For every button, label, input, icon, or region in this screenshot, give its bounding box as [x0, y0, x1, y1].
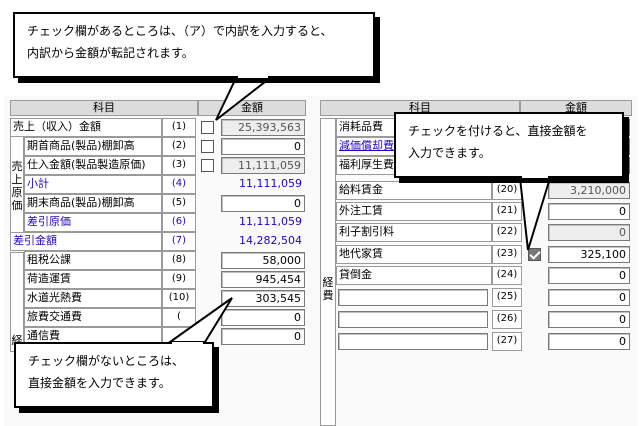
bottom-callout-line-2: 直接金額を入力できます。 — [28, 376, 171, 390]
bottom-callout-line-1: チェック欄がないところは、 — [28, 354, 185, 368]
top-callout: チェック欄があるところは、（ア）で内訳を入力すると、 内訳から金額が転記されます… — [13, 12, 375, 78]
bottom-callout-seam — [172, 342, 203, 346]
right-callout-line-2: 入力できます。 — [408, 146, 491, 160]
top-callout-pointer — [215, 77, 273, 121]
bottom-callout-pointer — [166, 297, 233, 343]
bottom-callout: チェック欄がないところは、 直接金額を入力できます。 — [14, 342, 214, 408]
right-callout-line-1: チェックを付けると、直接金額を — [408, 124, 588, 138]
right-callout-seam — [522, 174, 548, 178]
top-callout-seam — [238, 74, 268, 78]
right-callout-pointer — [518, 177, 552, 251]
top-callout-line-1: チェック欄があるところは、（ア）で内訳を入力すると、 — [27, 24, 333, 38]
top-callout-line-2: 内訳から金額が転記されます。 — [27, 46, 194, 60]
right-callout: チェックを付けると、直接金額を 入力できます。 — [394, 112, 624, 178]
